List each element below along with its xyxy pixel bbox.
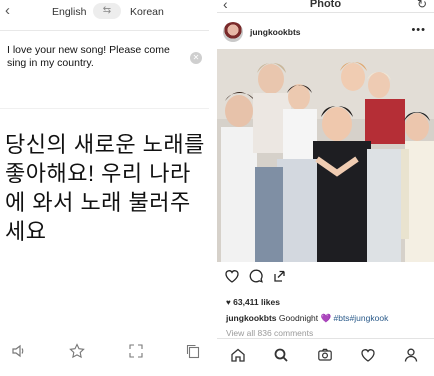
post-actions <box>217 268 434 288</box>
search-icon[interactable] <box>270 347 292 369</box>
clear-x-icon[interactable]: ✕ <box>190 52 202 64</box>
post-photo[interactable] <box>217 49 434 262</box>
copy-icon[interactable] <box>184 343 202 361</box>
instagram-panel: ‹ Photo ↻ jungkookbts ••• ♥ 63,411 likes… <box>217 0 434 376</box>
share-icon[interactable] <box>271 268 289 286</box>
likes-count[interactable]: ♥ 63,411 likes <box>226 297 280 307</box>
translator-toolbar <box>0 340 209 366</box>
comment-icon[interactable] <box>247 268 265 286</box>
caption-text: Goodnight <box>278 313 319 323</box>
hashtag-jungkook[interactable]: #jungkook <box>350 313 389 323</box>
view-comments-link[interactable]: View all 836 comments <box>226 328 313 338</box>
translator-panel: ‹ English ⇆ Korean I love your new song!… <box>0 0 209 376</box>
hashtag-bts[interactable]: #bts <box>333 313 349 323</box>
swap-arrows-icon[interactable]: ⇆ <box>93 3 121 19</box>
purple-heart-emoji: 💜 <box>320 313 332 323</box>
fullscreen-icon[interactable] <box>127 343 145 361</box>
source-text-input[interactable]: I love your new song! Please come sing i… <box>7 44 187 70</box>
home-icon[interactable] <box>227 347 249 369</box>
more-dots-icon[interactable]: ••• <box>411 24 426 36</box>
activity-heart-icon[interactable] <box>357 347 379 369</box>
profile-icon[interactable] <box>400 347 422 369</box>
avatar[interactable] <box>223 22 243 42</box>
heart-icon: ♥ <box>226 298 231 307</box>
heart-icon[interactable] <box>223 268 241 286</box>
post-username[interactable]: jungkookbts <box>250 27 301 37</box>
divider <box>217 12 434 13</box>
instagram-nav-bar: ‹ Photo ↻ <box>217 0 434 12</box>
star-icon[interactable] <box>68 343 86 361</box>
translation-output: 당신의 새로운 노래를 좋아해요! 우리 나라에 와서 노래 불러주세요 <box>5 132 205 244</box>
post-caption: jungkookbts Goodnight 💜 #bts#jungkook <box>226 313 388 324</box>
likes-label: 63,411 likes <box>233 297 280 307</box>
camera-icon[interactable] <box>314 347 336 369</box>
caption-username[interactable]: jungkookbts <box>226 313 277 323</box>
divider <box>0 30 209 31</box>
post-header: jungkookbts ••• <box>217 20 434 48</box>
chevron-left-icon[interactable]: ‹ <box>5 2 10 20</box>
page-title: Photo <box>309 0 342 10</box>
divider <box>0 108 209 109</box>
translator-header: ‹ English ⇆ Korean <box>0 0 209 24</box>
speaker-icon[interactable] <box>10 343 28 361</box>
bottom-tab-bar <box>217 338 434 376</box>
refresh-icon[interactable]: ↻ <box>417 0 427 11</box>
source-language-button[interactable]: English <box>52 6 86 18</box>
target-language-button[interactable]: Korean <box>130 6 164 18</box>
